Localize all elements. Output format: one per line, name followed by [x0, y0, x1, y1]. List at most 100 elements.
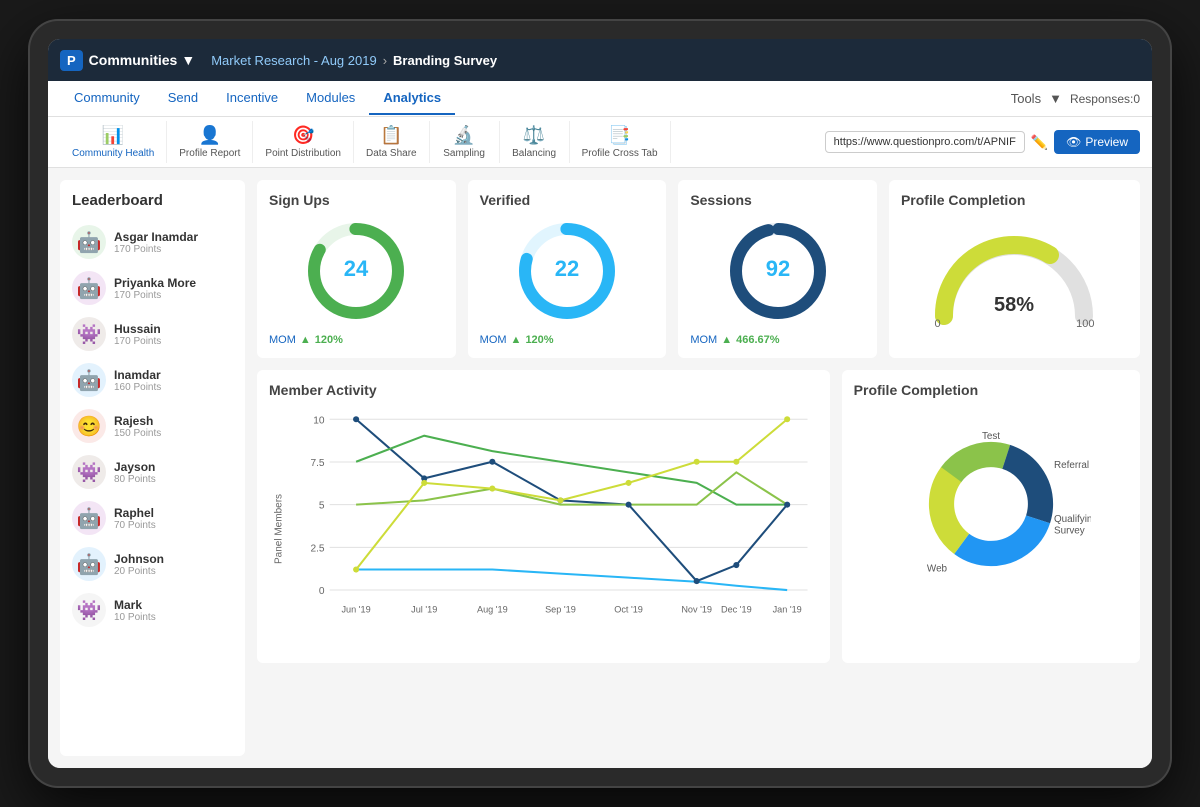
profile-completion-donut-svg: Test Referral Qualifying Survey Web — [891, 414, 1091, 594]
mom-value: 120% — [525, 334, 553, 346]
gauge-max-label: 100 — [1076, 318, 1094, 330]
svg-text:58%: 58% — [994, 294, 1034, 316]
leaderboard-points: 20 Points — [114, 566, 164, 577]
avatar: 🤖 — [72, 271, 106, 305]
svg-text:2.5: 2.5 — [310, 543, 324, 554]
leaderboard-panel: Leaderboard 🤖 Asgar Inamdar 170 Points 🤖… — [60, 180, 245, 756]
tab-incentive[interactable]: Incentive — [212, 82, 292, 115]
sessions-donut: 92 — [690, 216, 865, 326]
member-activity-card: Member Activity Panel Members — [257, 370, 830, 663]
leaderboard-points: 80 Points — [114, 474, 156, 485]
svg-text:92: 92 — [765, 256, 789, 281]
sessions-mom: MOM ▲ 466.67% — [690, 334, 865, 346]
signups-donut: 24 — [269, 216, 444, 326]
tab-modules[interactable]: Modules — [292, 82, 369, 115]
svg-text:22: 22 — [555, 256, 579, 281]
svg-text:Qualifying: Qualifying — [1054, 514, 1091, 525]
communities-button[interactable]: Communities ▼ — [89, 52, 196, 68]
svg-text:0: 0 — [319, 586, 325, 597]
avatar: 🤖 — [72, 363, 106, 397]
toolbar-data-share[interactable]: 📋 Data Share — [354, 121, 430, 163]
svg-text:Nov '19: Nov '19 — [681, 604, 712, 614]
svg-text:Referral: Referral — [1054, 460, 1089, 471]
avatar: 👾 — [72, 317, 106, 351]
tab-analytics[interactable]: Analytics — [369, 82, 455, 115]
main-content: Leaderboard 🤖 Asgar Inamdar 170 Points 🤖… — [48, 168, 1152, 768]
gauge-min-label: 0 — [934, 318, 940, 330]
tab-community[interactable]: Community — [60, 82, 154, 115]
tools-dropdown-icon: ▼ — [1049, 91, 1062, 106]
avatar: 👾 — [72, 455, 106, 489]
svg-text:Test: Test — [982, 431, 1000, 442]
y-axis-label: Panel Members — [269, 406, 289, 651]
leaderboard-name: Raphel — [114, 506, 156, 520]
second-nav: Community Send Incentive Modules Analyti… — [48, 81, 1152, 117]
svg-text:Oct '19: Oct '19 — [614, 604, 643, 614]
toolbar-profile-report[interactable]: 👤 Profile Report — [167, 121, 253, 163]
community-health-icon: 📊 — [102, 125, 124, 146]
point-dist-icon: 🎯 — [292, 125, 314, 146]
leaderboard-name: Priyanka More — [114, 276, 196, 290]
tools-button[interactable]: Tools — [1011, 91, 1041, 106]
svg-text:Jan '19: Jan '19 — [773, 604, 802, 614]
avatar: 🤖 — [72, 225, 106, 259]
leaderboard-points: 160 Points — [114, 382, 161, 393]
toolbar-point-distribution[interactable]: 🎯 Point Distribution — [253, 121, 354, 163]
mom-value: 466.67% — [736, 334, 779, 346]
signups-card: Sign Ups 24 MOM ▲ 120% — [257, 180, 456, 358]
tab-send[interactable]: Send — [154, 82, 212, 115]
signups-donut-svg: 24 — [301, 216, 411, 326]
list-item: 🤖 Johnson 20 Points — [68, 541, 237, 587]
url-bar: ✏️ 👁 Preview — [825, 130, 1140, 154]
member-activity-title: Member Activity — [269, 382, 818, 398]
leaderboard-name: Jayson — [114, 460, 156, 474]
leaderboard-name: Inamdar — [114, 368, 161, 382]
toolbar-profile-cross-tab[interactable]: 📑 Profile Cross Tab — [570, 121, 671, 163]
verified-donut-svg: 22 — [512, 216, 622, 326]
url-input[interactable] — [825, 131, 1025, 153]
toolbar-balancing[interactable]: ⚖️ Balancing — [500, 121, 570, 163]
gauge-svg: 58% — [924, 226, 1104, 326]
svg-text:Jun '19: Jun '19 — [341, 604, 370, 614]
list-item: 👾 Hussain 170 Points — [68, 311, 237, 357]
balancing-icon: ⚖️ — [523, 125, 545, 146]
responses-badge: Responses:0 — [1070, 92, 1140, 106]
svg-text:Dec '19: Dec '19 — [721, 604, 752, 614]
svg-text:5: 5 — [319, 501, 325, 512]
verified-mom: MOM ▲ 120% — [480, 334, 655, 346]
toolbar-community-health[interactable]: 📊 Community Health — [60, 121, 167, 163]
leaderboard-name: Mark — [114, 598, 156, 612]
avatar: 👾 — [72, 593, 106, 627]
bottom-row: Member Activity Panel Members — [257, 370, 1140, 663]
leaderboard-name: Rajesh — [114, 414, 161, 428]
verified-card: Verified 22 MOM ▲ 120% — [468, 180, 667, 358]
svg-text:Web: Web — [927, 564, 948, 575]
cross-tab-icon: 📑 — [608, 125, 630, 146]
signups-mom: MOM ▲ 120% — [269, 334, 444, 346]
top-nav: P Communities ▼ Market Research - Aug 20… — [48, 39, 1152, 81]
preview-button[interactable]: 👁 Preview — [1054, 130, 1140, 154]
edit-url-icon[interactable]: ✏️ — [1031, 134, 1048, 151]
svg-text:24: 24 — [344, 256, 369, 281]
right-content: Sign Ups 24 MOM ▲ 120% — [257, 180, 1140, 756]
leaderboard-title: Leaderboard — [68, 192, 237, 209]
sessions-card: Sessions 92 MOM ▲ 466.67% — [678, 180, 877, 358]
leaderboard-points: 170 Points — [114, 244, 198, 255]
nav-tabs: Community Send Incentive Modules Analyti… — [60, 82, 1011, 115]
avatar: 😊 — [72, 409, 106, 443]
toolbar: 📊 Community Health 👤 Profile Report 🎯 Po… — [48, 117, 1152, 168]
avatar: 🤖 — [72, 501, 106, 535]
up-arrow-icon: ▲ — [300, 334, 311, 346]
device-frame: P Communities ▼ Market Research - Aug 20… — [30, 21, 1170, 786]
svg-text:7.5: 7.5 — [310, 458, 324, 469]
leaderboard-points: 10 Points — [114, 612, 156, 623]
sessions-donut-svg: 92 — [723, 216, 833, 326]
sessions-title: Sessions — [690, 192, 865, 208]
screen: P Communities ▼ Market Research - Aug 20… — [48, 39, 1152, 768]
leaderboard-name: Hussain — [114, 322, 161, 336]
leaderboard-points: 70 Points — [114, 520, 156, 531]
toolbar-sampling[interactable]: 🔬 Sampling — [430, 121, 500, 163]
list-item: 🤖 Inamdar 160 Points — [68, 357, 237, 403]
verified-title: Verified — [480, 192, 655, 208]
mom-label: MOM — [480, 334, 507, 346]
